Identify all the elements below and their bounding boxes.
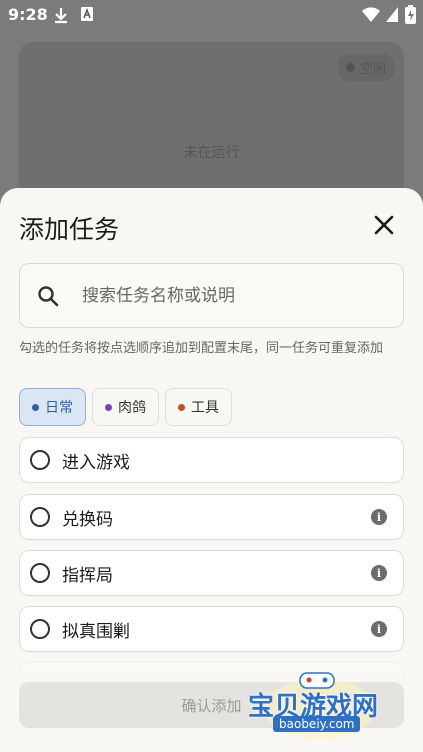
- task-item-enter-game[interactable]: 进入游戏: [19, 437, 404, 483]
- category-chips: 日常 肉鸽 工具: [19, 388, 232, 426]
- chip-daily[interactable]: 日常: [19, 388, 86, 426]
- task-item-redeem-code[interactable]: 兑换码 i: [19, 494, 404, 540]
- search-icon: [38, 285, 59, 306]
- chip-dot-icon: [178, 403, 185, 411]
- idle-label: 空闲: [359, 62, 386, 77]
- download-icon: [55, 8, 67, 24]
- task-label: 进入游戏: [62, 452, 130, 473]
- chip-tools[interactable]: 工具: [165, 388, 232, 426]
- chip-label: 工具: [191, 400, 219, 416]
- watermark-url: baobeiy.com: [273, 716, 361, 732]
- battery-charging-icon: [405, 5, 416, 24]
- watermark-logo: 宝贝游戏网 baobeiy.com: [245, 668, 395, 746]
- chip-dot-icon: [105, 403, 112, 411]
- not-running-text: 未在运行: [183, 145, 240, 161]
- hint-text: 勾选的任务将按点选顺序追加到配置末尾，同一任务可重复添加: [19, 341, 384, 356]
- sheet-title: 添加任务: [19, 215, 120, 244]
- chip-label: 日常: [45, 400, 73, 416]
- status-badge: 空闲: [337, 54, 394, 81]
- app-notification-icon: [81, 7, 93, 21]
- task-label: 指挥局: [62, 565, 113, 586]
- chip-roguelike[interactable]: 肉鸽: [92, 388, 159, 426]
- info-icon[interactable]: i: [371, 509, 387, 525]
- chip-label: 肉鸽: [118, 400, 146, 416]
- close-icon: [374, 215, 394, 235]
- close-button[interactable]: [369, 210, 399, 240]
- radio-button[interactable]: [30, 450, 50, 470]
- radio-button[interactable]: [30, 507, 50, 527]
- search-input[interactable]: [80, 284, 384, 307]
- radio-button[interactable]: [30, 619, 50, 639]
- task-label: 兑换码: [62, 509, 113, 530]
- task-label: 拟真围剿: [62, 621, 130, 642]
- signal-icon: [386, 7, 398, 22]
- info-icon[interactable]: i: [371, 621, 387, 637]
- status-time: 9:28: [8, 5, 48, 24]
- search-box[interactable]: [19, 263, 404, 328]
- idle-dot-icon: [345, 63, 355, 72]
- chip-dot-icon: [32, 403, 39, 411]
- wifi-icon: [362, 7, 380, 23]
- radio-button[interactable]: [30, 563, 50, 583]
- task-item-command-bureau[interactable]: 指挥局 i: [19, 550, 404, 596]
- info-icon[interactable]: i: [371, 565, 387, 581]
- task-item-simulation[interactable]: 拟真围剿 i: [19, 606, 404, 652]
- status-bar: 9:28: [0, 0, 423, 30]
